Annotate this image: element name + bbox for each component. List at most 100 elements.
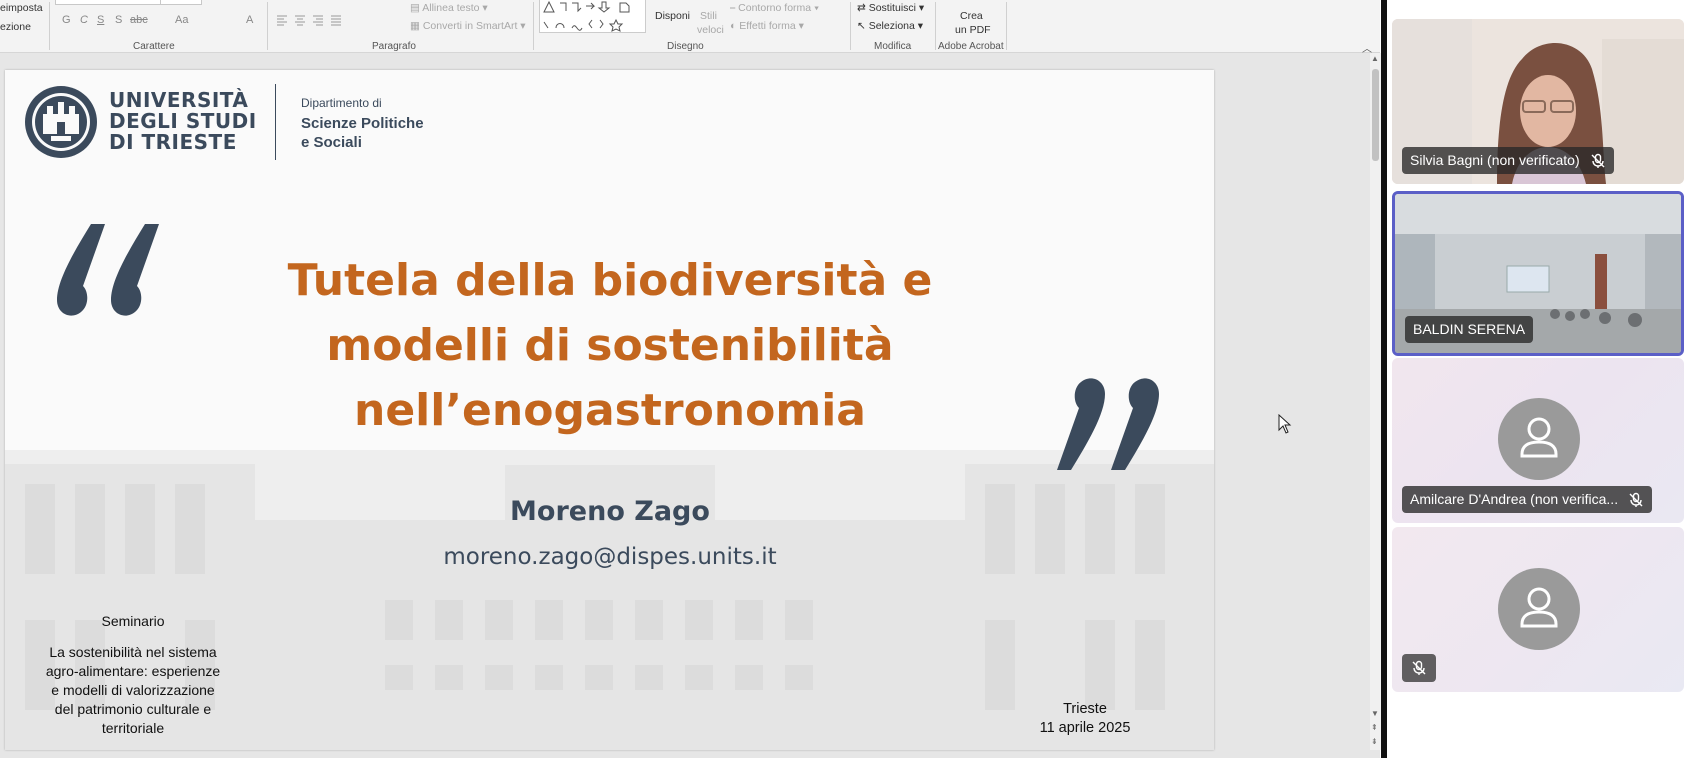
university-name: UNIVERSITÀ DEGLI STUDI DI TRIESTE bbox=[109, 90, 257, 153]
seminar-description-line: e modelli di valorizzazione bbox=[51, 682, 215, 698]
allinea-testo-button[interactable]: ▤ Allinea testo ▾ bbox=[410, 2, 488, 14]
university-name-line: DI TRIESTE bbox=[109, 130, 237, 154]
group-disegno: Disegno bbox=[667, 41, 704, 52]
shapes-gallery[interactable] bbox=[539, 0, 646, 33]
close-quote-icon bbox=[1057, 378, 1159, 470]
converti-smartart-label: Converti in SmartArt bbox=[422, 20, 518, 32]
participant-name: Silvia Bagni (non verificato) bbox=[1410, 152, 1580, 168]
alignment-icons[interactable] bbox=[275, 14, 355, 26]
logo-divider bbox=[275, 84, 276, 160]
seminar-label: Seminario bbox=[101, 613, 165, 629]
department-name: Dipartimento di Scienze Politiche e Soci… bbox=[301, 96, 424, 152]
ribbon-separator bbox=[267, 2, 268, 50]
department-label: Dipartimento di bbox=[301, 96, 382, 110]
slide-title-line: Tutela della biodiversità e bbox=[287, 255, 933, 306]
scroll-up-icon[interactable]: ▲ bbox=[1371, 54, 1379, 63]
participant-tile-active[interactable]: BALDIN SERENA bbox=[1392, 191, 1684, 356]
contorno-forma-label: Contorno forma bbox=[738, 2, 812, 14]
crea-pdf-button[interactable]: Crea bbox=[960, 10, 983, 22]
department-line: e Sociali bbox=[301, 134, 362, 151]
cursor-select-icon: ↖ bbox=[857, 20, 869, 32]
replace-icon: ⇄ bbox=[857, 2, 869, 14]
underline-button[interactable]: S bbox=[97, 14, 104, 26]
sostituisci-button[interactable]: ⇄ Sostituisci ▾ bbox=[857, 2, 924, 14]
slide-title-line: nell’enogastronomia bbox=[354, 385, 866, 436]
previous-slide-icon[interactable]: ⇞ bbox=[1371, 723, 1378, 732]
ribbon-separator bbox=[49, 2, 50, 50]
group-modifica: Modifica bbox=[874, 41, 912, 52]
effetti-forma-label: Effetti forma bbox=[739, 20, 796, 32]
effetti-forma-button[interactable]: ◐ Effetti forma ▾ bbox=[730, 20, 804, 32]
slide[interactable]: UNIVERSITÀ DEGLI STUDI DI TRIESTE Dipart… bbox=[5, 70, 1214, 750]
mic-off-icon bbox=[1591, 153, 1605, 168]
smartart-icon: ▦ bbox=[410, 20, 423, 32]
ribbon-separator bbox=[850, 2, 851, 50]
ribbon-separator bbox=[935, 2, 936, 50]
italic-button[interactable]: C bbox=[80, 14, 88, 26]
university-name-line: UNIVERSITÀ bbox=[109, 88, 249, 112]
seminar-description-line: territoriale bbox=[101, 720, 165, 736]
participant-name: Amilcare D'Andrea (non verifica... bbox=[1410, 491, 1619, 507]
sostituisci-label: Sostituisci bbox=[868, 2, 916, 14]
reimposta-button[interactable]: eimposta bbox=[0, 2, 43, 14]
group-carattere: Carattere bbox=[133, 41, 175, 52]
avatar bbox=[1498, 398, 1580, 480]
case-button[interactable]: Aa bbox=[175, 14, 188, 26]
seminar-description-line: agro-alimentare: esperienze bbox=[45, 663, 221, 679]
author-email: moreno.zago@dispes.units.it bbox=[443, 544, 777, 570]
group-acrobat: Adobe Acrobat bbox=[938, 41, 1004, 52]
bold-button[interactable]: G bbox=[62, 14, 71, 26]
slide-title: Tutela della biodiversità e modelli di s… bbox=[235, 248, 985, 443]
participant-name-label: Amilcare D'Andrea (non verifica... bbox=[1402, 486, 1653, 513]
university-seal-icon bbox=[25, 86, 97, 158]
seminar-description-line: La sostenibilità nel sistema bbox=[49, 644, 217, 660]
group-paragrafo: Paragrafo bbox=[372, 41, 416, 52]
shape-outline-icon: ⎯ bbox=[730, 2, 739, 14]
converti-smartart-button[interactable]: ▦ Converti in SmartArt ▾ bbox=[410, 20, 526, 32]
mic-off-icon bbox=[1412, 660, 1426, 675]
participant-name: BALDIN SERENA bbox=[1413, 321, 1526, 337]
vertical-scrollbar[interactable]: ▲ ▼ ⇞ ⇟ bbox=[1370, 53, 1381, 750]
open-quote-icon bbox=[57, 224, 159, 316]
participant-tile[interactable]: Silvia Bagni (non verificato) bbox=[1392, 19, 1684, 184]
allinea-testo-label: Allinea testo bbox=[422, 2, 480, 14]
seleziona-button[interactable]: ↖ Seleziona ▾ bbox=[857, 20, 923, 32]
mouse-pointer-icon bbox=[1278, 414, 1292, 434]
date: 11 aprile 2025 bbox=[1039, 720, 1131, 736]
author-name: Moreno Zago bbox=[510, 496, 710, 527]
place: Trieste bbox=[1063, 701, 1107, 717]
seminar-description-line: del patrimonio culturale e bbox=[54, 701, 212, 717]
stili-veloci-button-2[interactable]: veloci bbox=[697, 24, 724, 36]
stili-veloci-button[interactable]: Stili bbox=[700, 10, 717, 22]
university-name-line: DEGLI STUDI bbox=[109, 109, 257, 133]
person-icon bbox=[1520, 587, 1558, 628]
disponi-button[interactable]: Disponi bbox=[655, 10, 690, 22]
participant-tile[interactable]: Amilcare D'Andrea (non verifica... bbox=[1392, 358, 1684, 523]
avatar bbox=[1498, 568, 1580, 650]
scrollbar-thumb[interactable] bbox=[1372, 69, 1379, 161]
contorno-forma-button[interactable]: ⎯ Contorno forma ▾ bbox=[730, 2, 819, 15]
ribbon-separator bbox=[1006, 2, 1007, 50]
crea-pdf-button-2[interactable]: un PDF bbox=[955, 24, 991, 36]
scroll-down-icon[interactable]: ▼ bbox=[1371, 709, 1379, 718]
participant-tile[interactable] bbox=[1392, 527, 1684, 692]
seminar-info: Seminario La sostenibilità nel sistema a… bbox=[21, 613, 245, 738]
slide-title-line: modelli di sostenibilità bbox=[326, 320, 894, 371]
participant-name-label: Silvia Bagni (non verificato) bbox=[1402, 147, 1614, 174]
seleziona-label: Seleziona bbox=[868, 20, 915, 32]
strikethrough-button[interactable]: abc bbox=[130, 14, 148, 26]
ribbon-separator bbox=[533, 2, 534, 50]
font-color-icon[interactable]: A bbox=[246, 14, 253, 26]
place-date: Trieste 11 aprile 2025 bbox=[1005, 700, 1165, 738]
font-size-box[interactable] bbox=[160, 0, 202, 5]
sezione-button[interactable]: ezione bbox=[0, 21, 31, 33]
participant-name-label: BALDIN SERENA bbox=[1405, 316, 1534, 343]
participants-panel: Silvia Bagni (non verificato) BALDIN SER… bbox=[1387, 0, 1687, 758]
align-text-icon: ▤ bbox=[410, 2, 423, 14]
person-icon bbox=[1520, 417, 1558, 458]
stili-label: Stili bbox=[700, 10, 717, 22]
ribbon: eimposta ezione G C S S abc Aa A Caratte… bbox=[0, 0, 1380, 55]
shadow-button[interactable]: S bbox=[115, 14, 122, 26]
shape-effects-icon: ◐ bbox=[730, 20, 740, 32]
next-slide-icon[interactable]: ⇟ bbox=[1371, 737, 1378, 746]
